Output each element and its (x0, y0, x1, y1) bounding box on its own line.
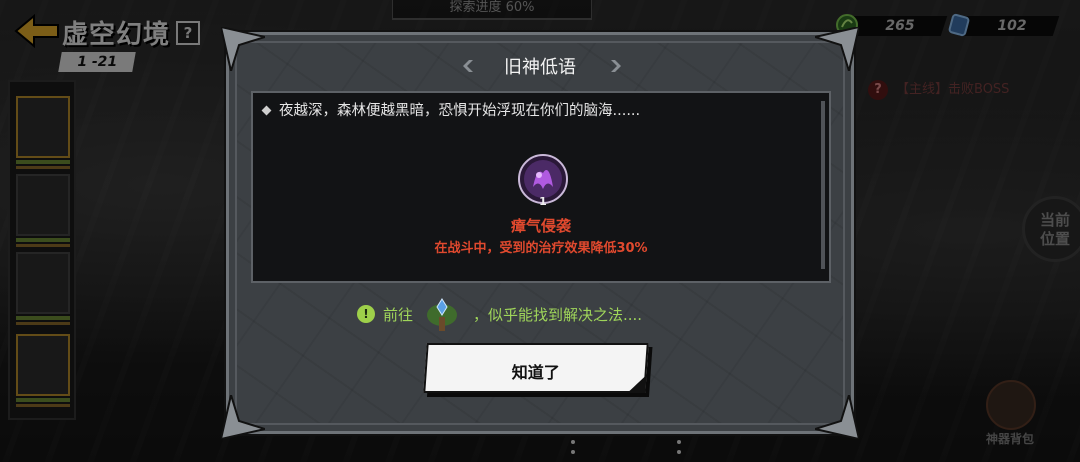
hint-prefix: 前往 (383, 306, 414, 324)
debuff-effect: 在战斗中，受到的治疗效果降低30% (434, 241, 648, 256)
divider-dots (571, 440, 575, 454)
confirm-button-label: 知道了 (511, 363, 560, 382)
corner-spike-icon (815, 395, 859, 439)
exclamation-icon: ! (357, 305, 375, 323)
event-dialog: 旧神低语 夜越深，森林便越黑暗，恐惧开始浮现在你们的脑海...... 1 瘴气侵… (221, 27, 859, 439)
bullet-icon (261, 105, 272, 116)
divider-dots (677, 440, 681, 454)
dialog-title: 旧神低语 (504, 57, 576, 78)
event-description: 夜越深，森林便越黑暗，恐惧开始浮现在你们的脑海...... (279, 103, 641, 119)
confirm-button[interactable]: 知道了 (423, 343, 649, 393)
event-content-box: 夜越深，森林便越黑暗，恐惧开始浮现在你们的脑海...... 1 瘴气侵袭 在战斗… (251, 91, 831, 283)
corner-spike-icon (221, 395, 265, 439)
crystal-tree-icon (427, 298, 457, 331)
title-right-deco-icon (611, 60, 621, 72)
hint-suffix: ，似乎能找到解决之法.... (473, 306, 643, 324)
debuff-name: 瘴气侵袭 (510, 217, 571, 235)
debuff-stack-count: 1 (539, 195, 547, 208)
